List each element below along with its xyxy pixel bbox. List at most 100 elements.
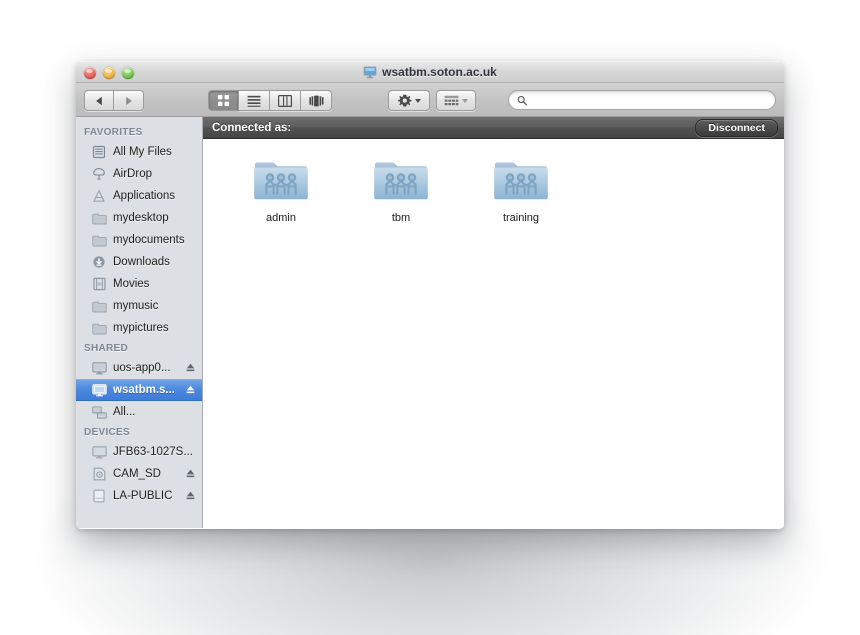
sidebar-item-mydesktop[interactable]: mydesktop — [76, 207, 202, 229]
drive-icon — [91, 488, 107, 504]
sidebar-item-label: mydesktop — [113, 212, 169, 224]
eject-icon[interactable] — [185, 469, 196, 479]
monitor-icon — [91, 360, 107, 376]
sidebar-item-label: JFB63-1027S... — [113, 446, 193, 458]
gear-icon — [397, 94, 411, 107]
airdrop-icon — [91, 166, 107, 182]
chevron-down-icon — [414, 98, 421, 103]
eject-icon[interactable] — [185, 385, 196, 395]
back-button[interactable] — [84, 90, 114, 111]
file-label: tbm — [391, 212, 411, 224]
sidebar-item-label: All My Files — [113, 146, 172, 158]
folder-icon — [91, 232, 107, 248]
shared-folder-icon — [494, 162, 548, 200]
sidebar-item-cam-sd[interactable]: CAM_SD — [76, 463, 202, 485]
sidebar-item-mypictures[interactable]: mypictures — [76, 317, 202, 339]
page-title: wsatbm.soton.ac.uk — [382, 65, 497, 79]
sidebar-item-label: Downloads — [113, 256, 170, 268]
monitor-icon — [91, 444, 107, 460]
folder-icon — [91, 320, 107, 336]
search-icon — [517, 95, 528, 105]
sidebar-item-jfb63[interactable]: JFB63-1027S... — [76, 441, 202, 463]
folder-icon — [91, 298, 107, 314]
chevron-down-icon — [462, 98, 468, 103]
icon-view-button[interactable] — [208, 90, 239, 111]
window-title-area: wsatbm.soton.ac.uk — [76, 65, 784, 79]
sidebar-item-downloads[interactable]: Downloads — [76, 251, 202, 273]
content-area: Connected as: Disconnect admin tbm train… — [203, 117, 784, 528]
list-icon — [247, 95, 261, 107]
shared-folder-icon — [374, 162, 428, 200]
view-mode-buttons — [208, 90, 332, 111]
shared-folder-icon — [254, 162, 308, 200]
monitor-icon — [91, 382, 107, 398]
file-icon-grid: admin tbm training — [203, 139, 784, 224]
file-item[interactable]: tbm — [341, 155, 461, 224]
toolbar — [76, 83, 784, 117]
coverflow-view-button[interactable] — [301, 90, 332, 111]
file-label: training — [502, 212, 540, 224]
window-body: FAVORITES All My Files AirDrop Applicati… — [76, 117, 784, 528]
sidebar-item-applications[interactable]: Applications — [76, 185, 202, 207]
window-titlebar: wsatbm.soton.ac.uk — [76, 61, 784, 83]
all-my-files-icon — [91, 144, 107, 160]
sidebar-item-all-my-files[interactable]: All My Files — [76, 141, 202, 163]
sidebar-item-label: Movies — [113, 278, 150, 290]
monitor-icon — [363, 66, 377, 78]
back-arrow-icon — [95, 96, 102, 105]
column-view-button[interactable] — [270, 90, 301, 111]
sidebar-section-devices: DEVICES — [84, 427, 131, 438]
folder-icon — [91, 210, 107, 226]
sidebar-item-all[interactable]: All... — [76, 401, 202, 423]
sidebar-item-label: mydocuments — [113, 234, 185, 246]
coverflow-icon — [308, 95, 323, 106]
eject-icon[interactable] — [185, 491, 196, 501]
finder-window: wsatbm.soton.ac.uk FAVORITES All My File… — [76, 61, 784, 529]
sidebar-item-label: Applications — [113, 190, 176, 202]
sidebar-item-airdrop[interactable]: AirDrop — [76, 163, 202, 185]
applications-icon — [91, 188, 107, 204]
eject-icon[interactable] — [185, 363, 196, 373]
downloads-icon — [91, 254, 107, 270]
network-icon — [91, 404, 107, 420]
forward-arrow-icon — [126, 96, 132, 105]
navigation-buttons — [84, 90, 144, 111]
search-field[interactable] — [508, 90, 776, 110]
grid-icon — [218, 95, 229, 106]
sidebar-item-mydocuments[interactable]: mydocuments — [76, 229, 202, 251]
sidebar-item-label: AirDrop — [113, 168, 152, 180]
sidebar-item-label: wsatbm.s... — [113, 384, 175, 396]
desktop-background: wsatbm.soton.ac.uk FAVORITES All My File… — [0, 0, 860, 635]
list-view-button[interactable] — [239, 90, 270, 111]
arrange-icon — [444, 95, 459, 105]
sdcard-icon — [91, 466, 107, 482]
sidebar-item-label: All... — [113, 406, 136, 418]
sidebar-item-uos-app0[interactable]: uos-app0... — [76, 357, 202, 379]
sidebar-item-wsatbm[interactable]: wsatbm.s... — [76, 379, 202, 401]
connected-as-label: Connected as: — [212, 121, 292, 134]
search-input[interactable] — [532, 94, 767, 106]
columns-icon — [278, 94, 292, 107]
sidebar-item-mymusic[interactable]: mymusic — [76, 295, 202, 317]
file-label: admin — [266, 212, 296, 224]
action-menu-group — [388, 90, 430, 111]
sidebar-item-label: CAM_SD — [113, 468, 161, 480]
sidebar-item-la-public[interactable]: LA-PUBLIC — [76, 485, 202, 507]
forward-button[interactable] — [114, 90, 144, 111]
action-menu[interactable] — [388, 90, 430, 111]
sidebar-item-movies[interactable]: Movies — [76, 273, 202, 295]
sidebar-section-favorites: FAVORITES — [84, 127, 143, 138]
sidebar-section-shared: SHARED — [84, 343, 129, 354]
arrange-menu-group — [436, 90, 476, 111]
sidebar: FAVORITES All My Files AirDrop Applicati… — [76, 117, 203, 528]
file-item[interactable]: admin — [221, 155, 341, 224]
movies-icon — [91, 276, 107, 292]
connected-as-bar: Connected as: Disconnect — [203, 117, 784, 139]
disconnect-button[interactable]: Disconnect — [695, 118, 778, 137]
sidebar-item-label: mypictures — [113, 322, 169, 334]
file-item[interactable]: training — [461, 155, 581, 224]
arrange-menu[interactable] — [436, 90, 476, 111]
sidebar-item-label: mymusic — [113, 300, 159, 312]
sidebar-item-label: uos-app0... — [113, 362, 171, 374]
sidebar-item-label: LA-PUBLIC — [113, 490, 173, 502]
